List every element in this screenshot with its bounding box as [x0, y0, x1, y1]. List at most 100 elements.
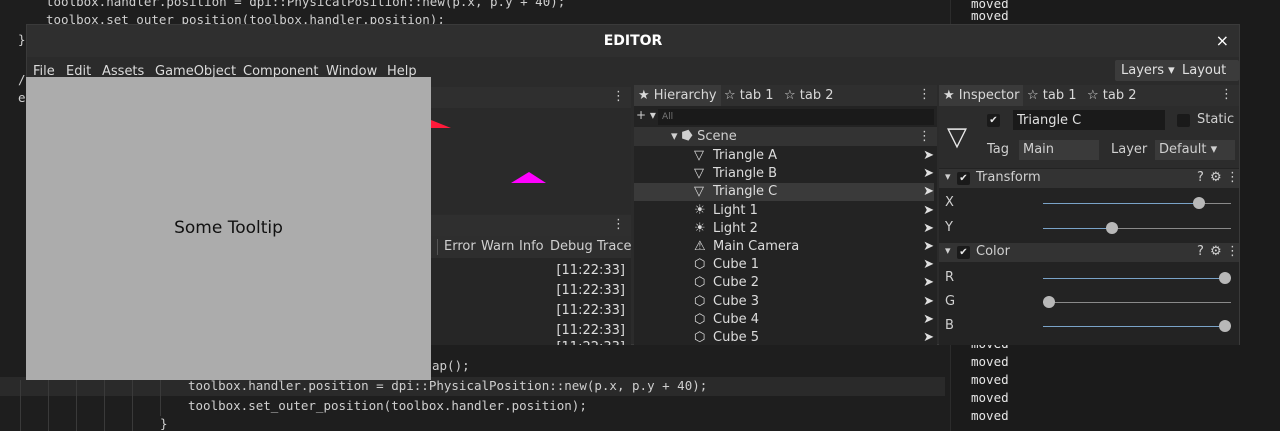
console-log-timestamp: [11:22:33] — [556, 340, 625, 345]
layer-label: Layer — [1111, 142, 1148, 157]
x-slider[interactable] — [1043, 196, 1231, 210]
gear-icon[interactable]: ⚙ — [1210, 244, 1222, 259]
scene-row-kebab-icon[interactable]: ⋮ — [918, 129, 931, 144]
tooltip: Some Tooltip — [26, 77, 431, 380]
console-log-timestamp: [11:22:33] — [556, 263, 625, 278]
color-title: Color — [976, 244, 1010, 259]
slider-knob[interactable] — [1106, 222, 1119, 234]
tab-inspector[interactable]: ★ Inspector — [939, 85, 1024, 106]
expand-arrow-icon[interactable]: ➤ — [923, 311, 934, 329]
console-kebab-icon[interactable]: ⋮ — [612, 217, 625, 232]
r-slider[interactable] — [1043, 271, 1231, 285]
slider-knob[interactable] — [1219, 272, 1231, 284]
help-icon[interactable]: ? — [1197, 244, 1204, 259]
transform-collapse-icon[interactable]: ▾ — [945, 170, 951, 183]
scene-row[interactable]: ▾ ⭓ Scene ⋮ — [634, 127, 937, 146]
gear-icon[interactable]: ⚙ — [1210, 170, 1222, 185]
scene-label: ▾ ⭓ Scene — [671, 129, 737, 144]
item-label: Cube 1 — [713, 257, 759, 273]
static-checkbox[interactable] — [1177, 114, 1190, 127]
hierarchy-item[interactable]: ⚠ Main Camera ➤ — [634, 238, 934, 256]
hierarchy-item[interactable]: ▽ Triangle C ➤ — [634, 183, 934, 202]
filter-error[interactable]: Error — [444, 239, 476, 254]
object-name-input[interactable] — [1013, 110, 1165, 130]
scene-kebab-icon[interactable]: ⋮ — [612, 89, 625, 104]
item-icon: ▽ — [694, 166, 704, 182]
item-label: Triangle C — [713, 184, 778, 200]
hierarchy-item[interactable]: ⬡ Cube 2 ➤ — [634, 274, 934, 292]
hierarchy-item[interactable]: ⬡ Cube 1 ➤ — [634, 256, 934, 274]
y-slider[interactable] — [1043, 221, 1231, 235]
inspector-panel: ★ Inspector ☆ tab 1 ☆ tab 2 ⋮ ▽ ✔ Static… — [939, 85, 1239, 345]
item-icon: ⬡ — [694, 330, 706, 345]
expand-arrow-icon[interactable]: ➤ — [923, 165, 934, 183]
transform-header[interactable]: ▾ ✔ Transform ? ⚙ ⋮ — [939, 169, 1239, 188]
expand-arrow-icon[interactable]: ➤ — [923, 274, 934, 292]
red-triangle — [431, 120, 451, 128]
layout-dropdown[interactable]: Layout ▾ — [1176, 60, 1239, 99]
slider-knob[interactable] — [1219, 320, 1231, 332]
hierarchy-item[interactable]: ⬡ Cube 4 ➤ — [634, 311, 934, 329]
slider-knob[interactable] — [1192, 197, 1205, 209]
hierarchy-item[interactable]: ▽ Triangle B ➤ — [634, 165, 934, 183]
expand-arrow-icon[interactable]: ➤ — [923, 293, 934, 311]
hierarchy-item[interactable]: ⬡ Cube 5 ➤ — [634, 329, 934, 347]
item-label: Main Camera — [713, 239, 800, 254]
filter-trace[interactable]: Trace — [597, 239, 632, 254]
field-label-b: B — [945, 318, 954, 333]
tab-1[interactable]: ☆ tab 1 — [720, 85, 778, 106]
hierarchy-item[interactable]: ⬡ Cube 3 ➤ — [634, 293, 934, 311]
console-log-timestamp: [11:22:33] — [556, 283, 625, 298]
field-label-y: Y — [945, 220, 953, 235]
scene-canvas[interactable] — [431, 108, 631, 214]
expand-arrow-icon[interactable]: ➤ — [923, 220, 934, 238]
expand-arrow-icon[interactable]: ➤ — [923, 256, 934, 274]
g-slider[interactable] — [1043, 295, 1231, 309]
code-line: / — [18, 72, 26, 87]
field-label-x: X — [945, 195, 954, 210]
active-checkbox[interactable]: ✔ — [987, 114, 1000, 127]
static-label: Static — [1197, 112, 1235, 127]
add-object-button[interactable]: + ▾ — [636, 108, 656, 122]
color-enable-checkbox[interactable]: ✔ — [957, 246, 970, 259]
code-line: toolbox.handler.position = dpi::Physical… — [188, 378, 708, 393]
color-kebab-icon[interactable]: ⋮ — [1226, 244, 1239, 259]
indent-guide — [48, 380, 49, 431]
slider-knob[interactable] — [1043, 296, 1055, 308]
transform-enable-checkbox[interactable]: ✔ — [957, 172, 970, 185]
layers-dropdown[interactable]: Layers ▾ — [1115, 60, 1181, 81]
title-bar[interactable]: EDITOR × — [27, 25, 1239, 57]
color-header[interactable]: ▾ ✔ Color ? ⚙ ⋮ — [939, 243, 1239, 262]
help-icon[interactable]: ? — [1197, 170, 1204, 185]
tab-hierarchy[interactable]: ★ Hierarchy — [634, 85, 721, 106]
hierarchy-item[interactable]: ▽ Triangle A ➤ — [634, 147, 934, 165]
expand-arrow-icon[interactable]: ➤ — [923, 147, 934, 165]
hierarchy-item[interactable]: ☀ Light 2 ➤ — [634, 220, 934, 238]
color-collapse-icon[interactable]: ▾ — [945, 244, 951, 257]
transform-kebab-icon[interactable]: ⋮ — [1226, 170, 1239, 185]
hierarchy-kebab-icon[interactable]: ⋮ — [918, 87, 931, 102]
hierarchy-item[interactable]: ☀ Light 1 ➤ — [634, 202, 934, 220]
expand-arrow-icon[interactable]: ➤ — [923, 183, 934, 201]
expand-arrow-icon[interactable]: ➤ — [923, 202, 934, 220]
item-label: Triangle B — [713, 166, 778, 182]
expand-arrow-icon[interactable]: ➤ — [923, 238, 934, 256]
triangle-object-icon: ▽ — [947, 122, 967, 152]
inspector-kebab-icon[interactable]: ⋮ — [1220, 87, 1233, 102]
tab-2[interactable]: ☆ tab 2 — [1083, 85, 1141, 106]
slider-fill — [1043, 326, 1225, 327]
tab-2[interactable]: ☆ tab 2 — [780, 85, 838, 106]
slider-fill — [1043, 203, 1199, 204]
filter-info[interactable]: Info — [519, 239, 544, 254]
log-line: moved — [971, 390, 1009, 405]
filter-warn[interactable]: Warn — [481, 239, 514, 254]
tab-1[interactable]: ☆ tab 1 — [1023, 85, 1081, 106]
tag-dropdown[interactable]: Main — [1019, 140, 1099, 160]
layer-dropdown[interactable]: Default ▾ — [1155, 140, 1235, 160]
close-icon[interactable]: × — [1216, 25, 1229, 57]
expand-arrow-icon[interactable]: ➤ — [923, 329, 934, 347]
b-slider[interactable] — [1043, 319, 1231, 333]
hierarchy-search-input[interactable] — [658, 109, 934, 125]
filter-debug[interactable]: Debug — [550, 239, 593, 254]
item-icon: ⬡ — [694, 293, 706, 309]
